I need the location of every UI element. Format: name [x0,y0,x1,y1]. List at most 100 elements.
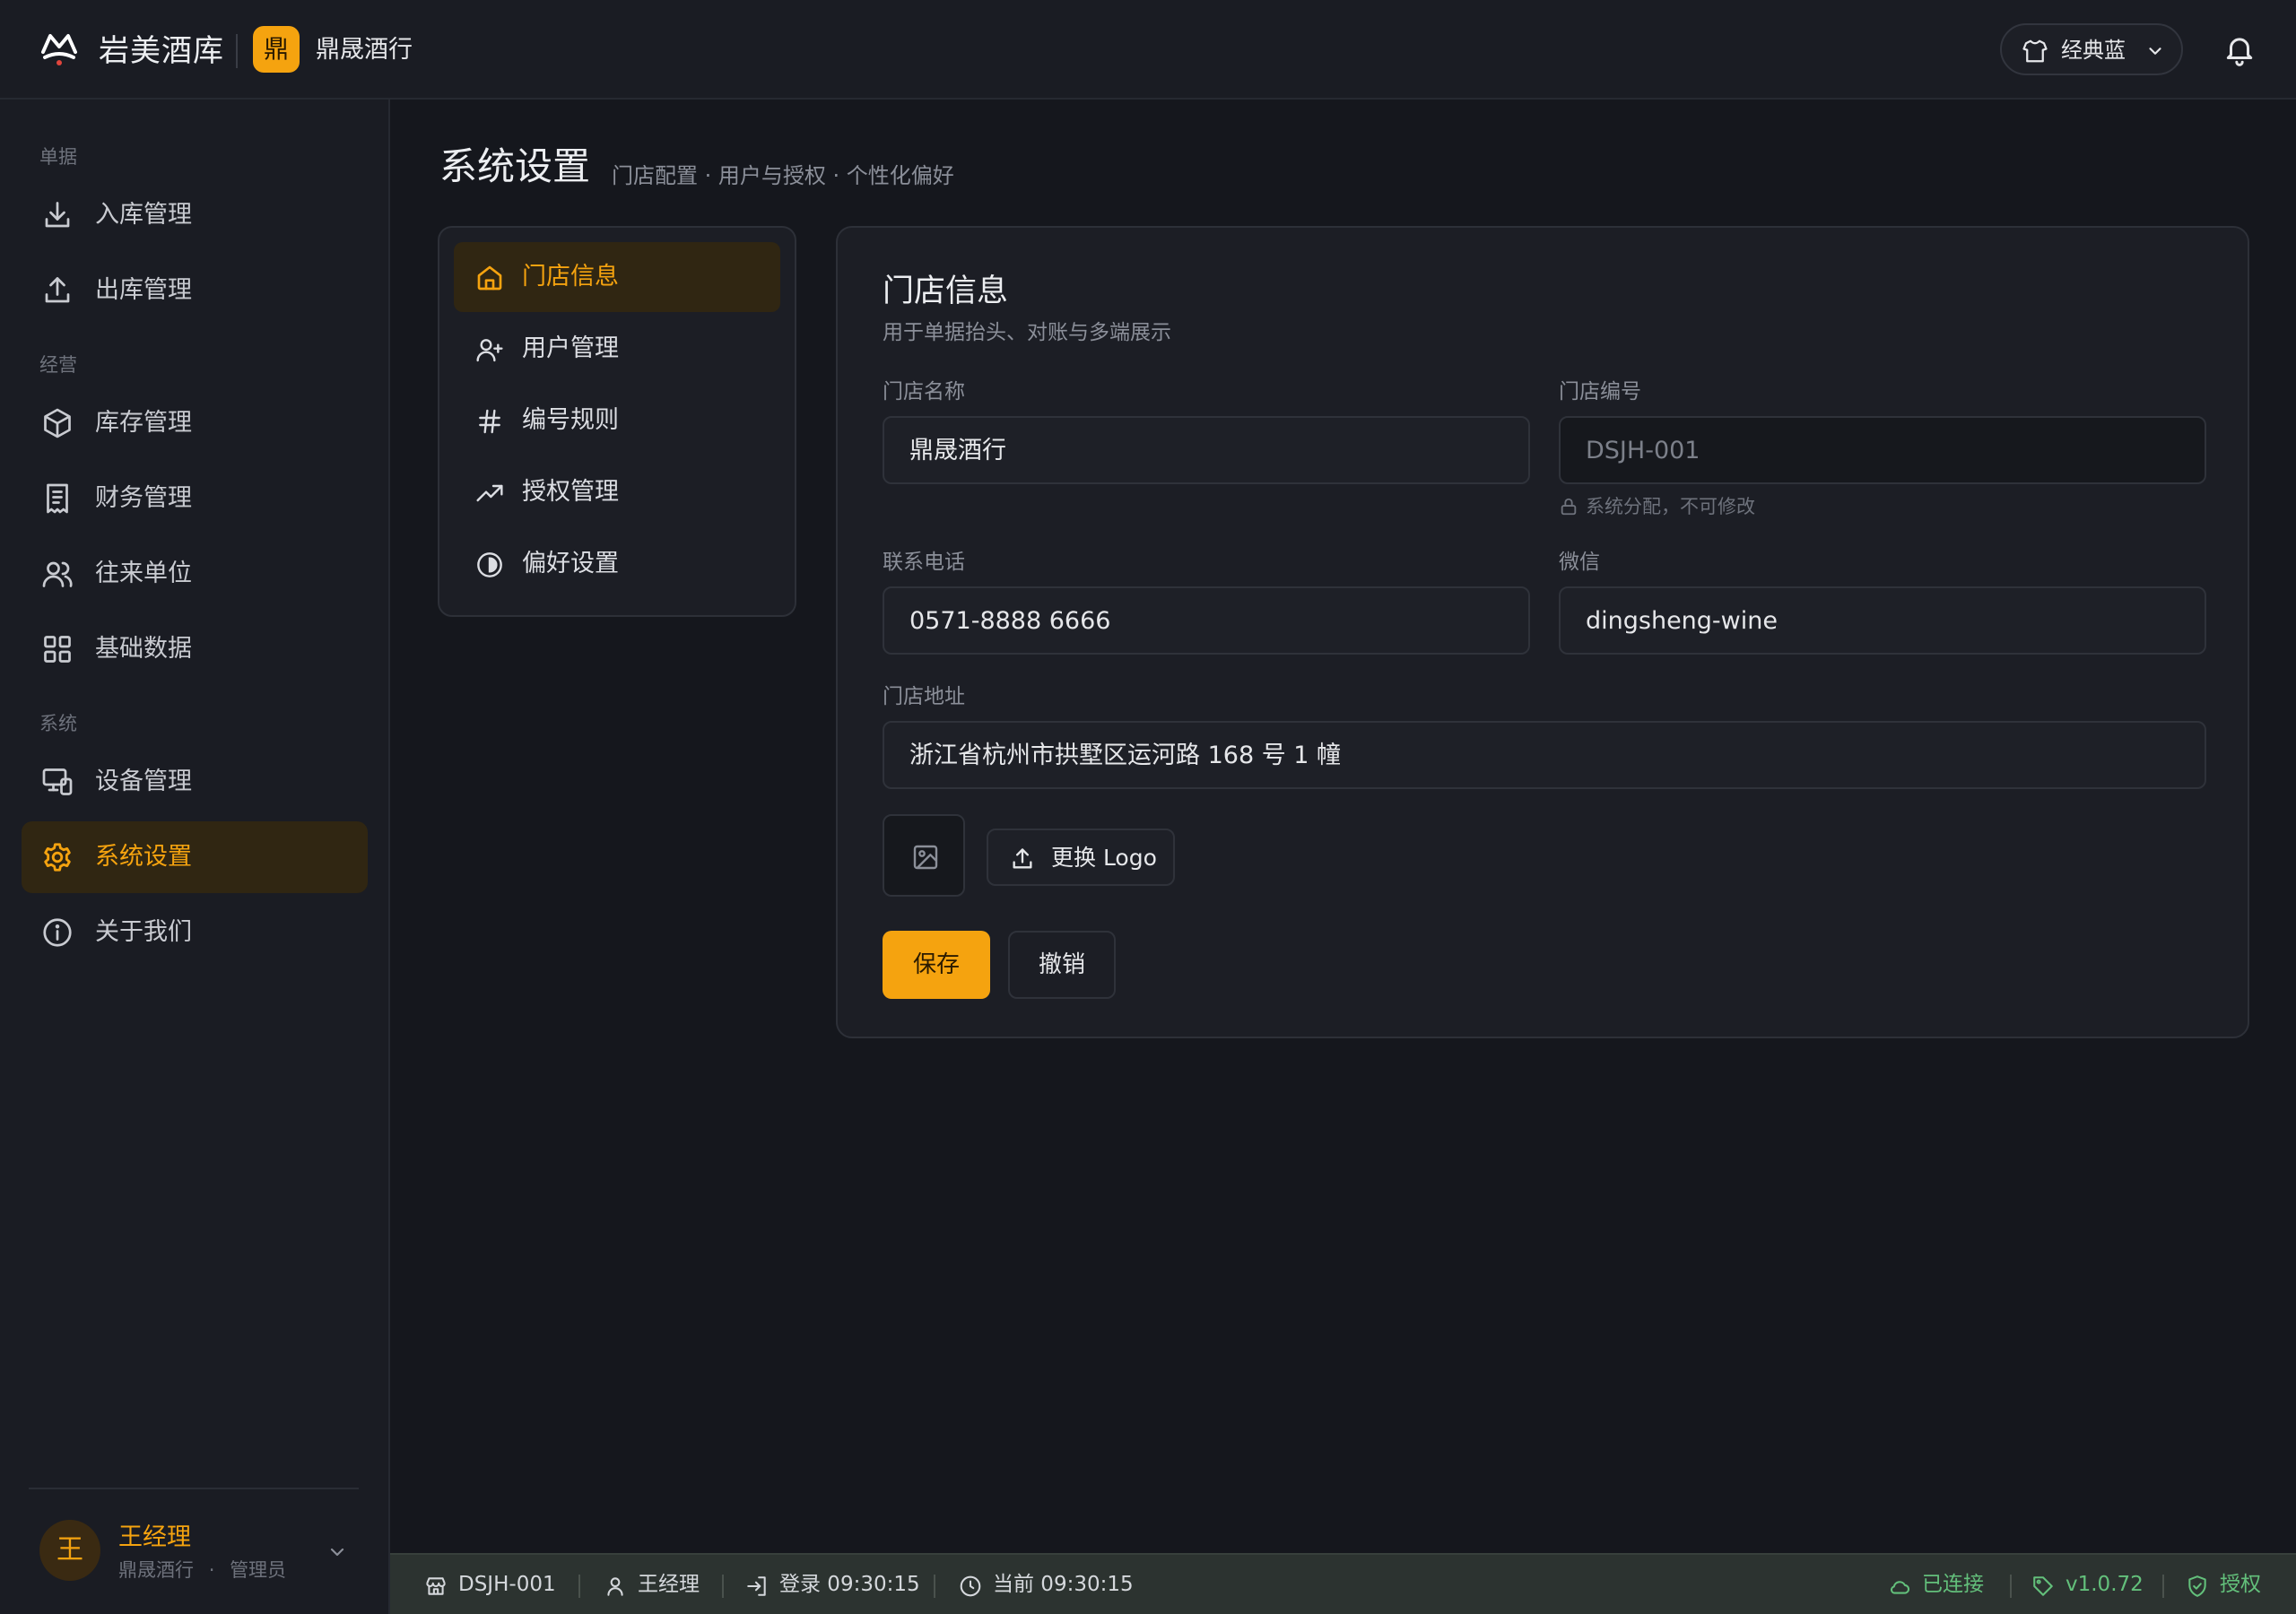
sidebar-section-label: 单据 [39,146,77,168]
sidebar-item-settings[interactable]: 系统设置 [22,821,368,893]
status-separator [722,1575,724,1598]
status-separator [2010,1575,2012,1598]
upload-icon [41,274,74,307]
lock-icon [1561,498,1577,516]
status-version-text: v1.0.72 [2066,1573,2144,1596]
settings-item-store-info[interactable]: 门店信息 [454,242,780,312]
sidebar-item-devices[interactable]: 设备管理 [22,746,368,818]
sidebar-item-outbound[interactable]: 出库管理 [22,255,368,326]
user-separator: · [208,1559,215,1581]
status-login-text: 登录 09:30:15 [779,1573,920,1596]
theme-label: 经典蓝 [2061,38,2126,63]
store-info-panel: 门店信息 用于单据抬头、对账与多端展示 门店名称 鼎晟酒行 门店编号 DSJH-… [836,226,2249,1038]
sidebar-item-about[interactable]: 关于我们 [22,897,368,968]
sidebar-item-label: 入库管理 [95,201,192,229]
bell-icon[interactable] [2222,32,2257,66]
user-role: 管理员 [230,1559,287,1581]
wechat-value: dingsheng-wine [1586,607,1778,635]
status-license-text: 授权 [2220,1573,2261,1596]
sidebar-section-label: 系统 [39,713,77,734]
status-store-code-text: DSJH-001 [458,1573,556,1596]
status-separator [2162,1575,2164,1598]
settings-item-label: 偏好设置 [522,550,619,577]
change-logo-button[interactable]: 更换 Logo [987,829,1175,886]
store-name: 鼎晟酒行 [316,36,413,64]
page-title: 系统设置 [439,144,591,188]
store-name-input[interactable]: 鼎晟酒行 [883,416,1530,484]
page-subtitle: 门店配置 · 用户与授权 · 个性化偏好 [612,163,954,188]
panel-description: 用于单据抬头、对账与多端展示 [883,321,1171,344]
store-code-hint-text: 系统分配，不可修改 [1586,496,1755,517]
sidebar-item-label: 财务管理 [95,484,192,512]
phone-input[interactable]: 0571-8888 6666 [883,586,1530,655]
settings-item-users[interactable]: 用户管理 [454,314,780,384]
chevron-down-icon[interactable] [326,1541,348,1563]
settings-menu: 门店信息 用户管理 编号规则 授权管理 偏好设置 [438,226,796,617]
gear-icon [41,841,74,873]
sidebar-item-label: 关于我们 [95,918,192,946]
address-input[interactable]: 浙江省杭州市拱墅区运河路 168 号 1 幢 [883,721,2206,789]
status-connection: 已连接 [1888,1555,1996,1614]
tag-icon [2033,1576,2053,1596]
user-store: 鼎晟酒行 [118,1559,194,1581]
shirt-icon [2022,38,2048,65]
sidebar-item-label: 往来单位 [95,560,192,587]
panel-title: 门店信息 [883,273,1009,309]
upload-icon [1013,848,1032,869]
image-icon [913,845,938,870]
devices-icon [41,766,74,798]
status-login-time: 登录 09:30:15 [745,1555,925,1614]
wechat-input[interactable]: dingsheng-wine [1559,586,2206,655]
sidebar-item-finance[interactable]: 财务管理 [22,463,368,534]
theme-selector[interactable]: 经典蓝 [2000,23,2183,75]
box-icon [41,407,74,439]
grid-icon [41,633,74,665]
home-icon [475,264,504,292]
app-logo-icon [39,29,79,68]
store-code-field: DSJH-001 [1559,416,2206,484]
trending-up-icon [475,479,504,508]
settings-item-label: 用户管理 [522,334,619,362]
avatar[interactable]: 王 [39,1520,100,1581]
store-code-value: DSJH-001 [1586,437,1700,464]
sidebar-item-label: 出库管理 [95,276,192,304]
theme-circle-icon [475,551,504,579]
status-connection-text: 已连接 [1922,1573,1984,1596]
sidebar-item-basic-data[interactable]: 基础数据 [22,613,368,685]
download-icon [41,199,74,231]
settings-item-label: 编号规则 [522,406,619,434]
user-subtitle: 鼎晟酒行 · 管理员 [118,1557,286,1584]
cancel-button[interactable]: 撤销 [1008,931,1116,999]
user-icon [607,1577,623,1596]
status-user: 王经理 [604,1555,711,1614]
sidebar-divider [29,1488,359,1489]
store-code-label: 门店编号 [1559,380,1641,404]
shield-check-icon [2188,1575,2206,1597]
change-logo-label: 更换 Logo [1051,845,1157,871]
store-name-label: 门店名称 [883,380,965,404]
settings-item-label: 门店信息 [522,263,619,291]
status-user-text: 王经理 [638,1573,700,1596]
status-license: 授权 [2186,1555,2275,1614]
status-bar: DSJH-001 王经理 登录 09:30:15 当前 09:30:15 已连接… [390,1553,2296,1614]
settings-item-preferences[interactable]: 偏好设置 [454,529,780,599]
wechat-label: 微信 [1559,551,1600,574]
status-separator [578,1575,580,1598]
cloud-icon [1891,1581,1910,1594]
user-name: 王经理 [118,1523,191,1551]
settings-item-license[interactable]: 授权管理 [454,457,780,527]
save-button[interactable]: 保存 [883,931,990,999]
sidebar-item-inbound[interactable]: 入库管理 [22,179,368,251]
settings-item-numbering[interactable]: 编号规则 [454,386,780,456]
sidebar-item-partners[interactable]: 往来单位 [22,538,368,610]
user-plus-icon [475,335,504,364]
sidebar-item-label: 基础数据 [95,635,192,663]
clock-icon [960,1575,981,1597]
store-icon [426,1577,446,1595]
sidebar-item-label: 库存管理 [95,409,192,437]
sidebar-item-inventory[interactable]: 库存管理 [22,387,368,459]
logo-preview [883,814,965,897]
address-label: 门店地址 [883,685,965,708]
sidebar-item-label: 系统设置 [95,843,192,871]
info-icon [41,916,74,949]
